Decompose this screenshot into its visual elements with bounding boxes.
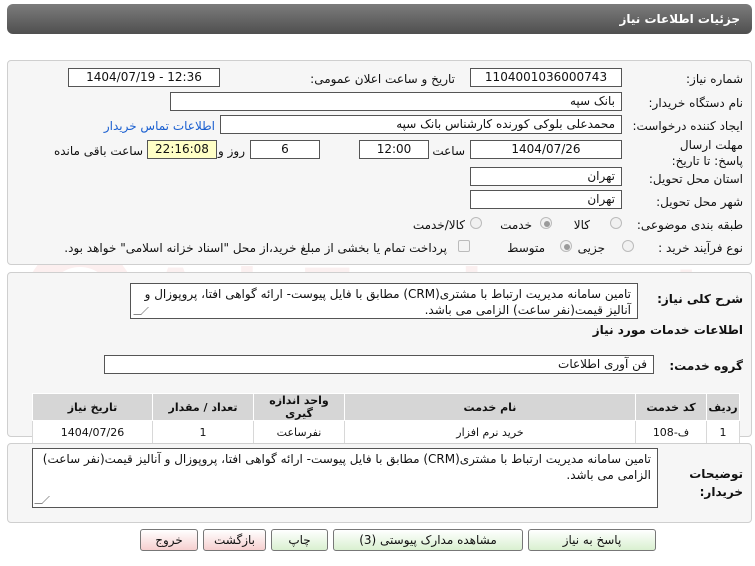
- announce-datetime-label: تاریخ و ساعت اعلان عمومی:: [310, 72, 455, 86]
- cell-row-number: 1: [706, 420, 740, 444]
- buyer-notes-textarea[interactable]: تامین سامانه مدیریت ارتباط با مشتری(CRM)…: [32, 448, 658, 508]
- province-field[interactable]: تهران: [470, 167, 622, 186]
- category-radio-service[interactable]: [540, 217, 552, 229]
- category-option-service: خدمت: [500, 218, 532, 232]
- col-need-date: تاریخ نیاز: [32, 393, 153, 421]
- city-label: شهر محل تحویل:: [656, 195, 743, 209]
- description-textarea[interactable]: تامین سامانه مدیریت ارتباط با مشتری(CRM)…: [130, 283, 638, 319]
- category-option-goods: کالا: [573, 218, 590, 232]
- service-group-label: گروه خدمت:: [669, 359, 743, 373]
- process-option-minor: جزیی: [577, 241, 605, 255]
- col-quantity: تعداد / مقدار: [152, 393, 254, 421]
- process-option-medium: متوسط: [507, 241, 545, 255]
- province-label: استان محل تحویل:: [648, 172, 743, 186]
- announce-datetime-field[interactable]: 1404/07/19 - 12:36: [68, 68, 220, 87]
- description-label: شرح کلی نیاز:: [657, 292, 743, 306]
- city-field[interactable]: تهران: [470, 190, 622, 209]
- need-number-label: شماره نیاز:: [686, 72, 743, 86]
- remaining-time-field[interactable]: 22:16:08: [147, 140, 217, 159]
- cell-service-name: خرید نرم افزار: [344, 420, 636, 444]
- category-label: طبقه بندی موضوعی:: [636, 218, 743, 232]
- cell-service-code: ف-108: [635, 420, 707, 444]
- reply-to-need-button[interactable]: پاسخ به نیاز: [528, 529, 656, 551]
- buyer-org-label: نام دستگاه خریدار:: [648, 96, 744, 110]
- page-title: جزئیات اطلاعات نیاز: [7, 4, 752, 34]
- category-option-goods-service: کالا/خدمت: [412, 218, 465, 232]
- col-service-name: نام خدمت: [344, 393, 636, 421]
- treasury-payment-note: پرداخت تمام یا بخشی از مبلغ خرید،از محل …: [64, 241, 447, 255]
- process-radio-minor[interactable]: [622, 240, 634, 252]
- buyer-notes-label: توضیحات خریدار:: [689, 467, 743, 499]
- cell-quantity: 1: [152, 420, 254, 444]
- deadline-date-field[interactable]: 1404/07/26: [470, 140, 622, 159]
- deadline-time-field[interactable]: 12:00: [359, 140, 429, 159]
- days-field[interactable]: 6: [250, 140, 320, 159]
- buyer-contact-link[interactable]: اطلاعات تماس خریدار: [104, 119, 215, 133]
- back-button[interactable]: بازگشت: [203, 529, 266, 551]
- cell-unit: نفرساعت: [253, 420, 345, 444]
- category-radio-goods[interactable]: [610, 217, 622, 229]
- process-type-label: نوع فرآیند خرید :: [658, 241, 743, 255]
- process-radio-medium[interactable]: [560, 240, 572, 252]
- requester-label: ایجاد کننده درخواست:: [632, 119, 743, 133]
- services-table: ردیف کد خدمت نام خدمت واحد اندازه گیری ت…: [32, 393, 740, 444]
- deadline-label: مهلت ارسال پاسخ: تا تاریخ:: [671, 138, 743, 168]
- cell-need-date: 1404/07/26: [32, 420, 153, 444]
- deadline-time-label: ساعت: [432, 144, 465, 158]
- need-number-field[interactable]: 1104001036000743: [470, 68, 622, 87]
- print-button[interactable]: چاپ: [271, 529, 328, 551]
- services-section-title: اطلاعات خدمات مورد نیاز: [592, 323, 743, 337]
- need-info-panel: [7, 60, 752, 265]
- buyer-org-field[interactable]: بانک سپه: [170, 92, 622, 111]
- col-service-code: کد خدمت: [635, 393, 707, 421]
- requester-field[interactable]: محمدعلی بلوکی کورنده کارشناس بانک سپه: [220, 115, 622, 134]
- remaining-time-label: ساعت باقی مانده: [53, 144, 143, 158]
- col-row-number: ردیف: [706, 393, 740, 421]
- exit-button[interactable]: خروج: [140, 529, 198, 551]
- table-row[interactable]: 1 ف-108 خرید نرم افزار نفرساعت 1 1404/07…: [32, 420, 740, 444]
- treasury-payment-checkbox[interactable]: [458, 240, 470, 252]
- days-label: روز و: [218, 144, 245, 158]
- view-attachments-button[interactable]: مشاهده مدارک پیوستی (3): [333, 529, 523, 551]
- services-table-wrap: ردیف کد خدمت نام خدمت واحد اندازه گیری ت…: [32, 393, 740, 444]
- service-group-field[interactable]: فن آوری اطلاعات: [104, 355, 654, 374]
- col-unit: واحد اندازه گیری: [253, 393, 345, 421]
- category-radio-goods-service[interactable]: [470, 217, 482, 229]
